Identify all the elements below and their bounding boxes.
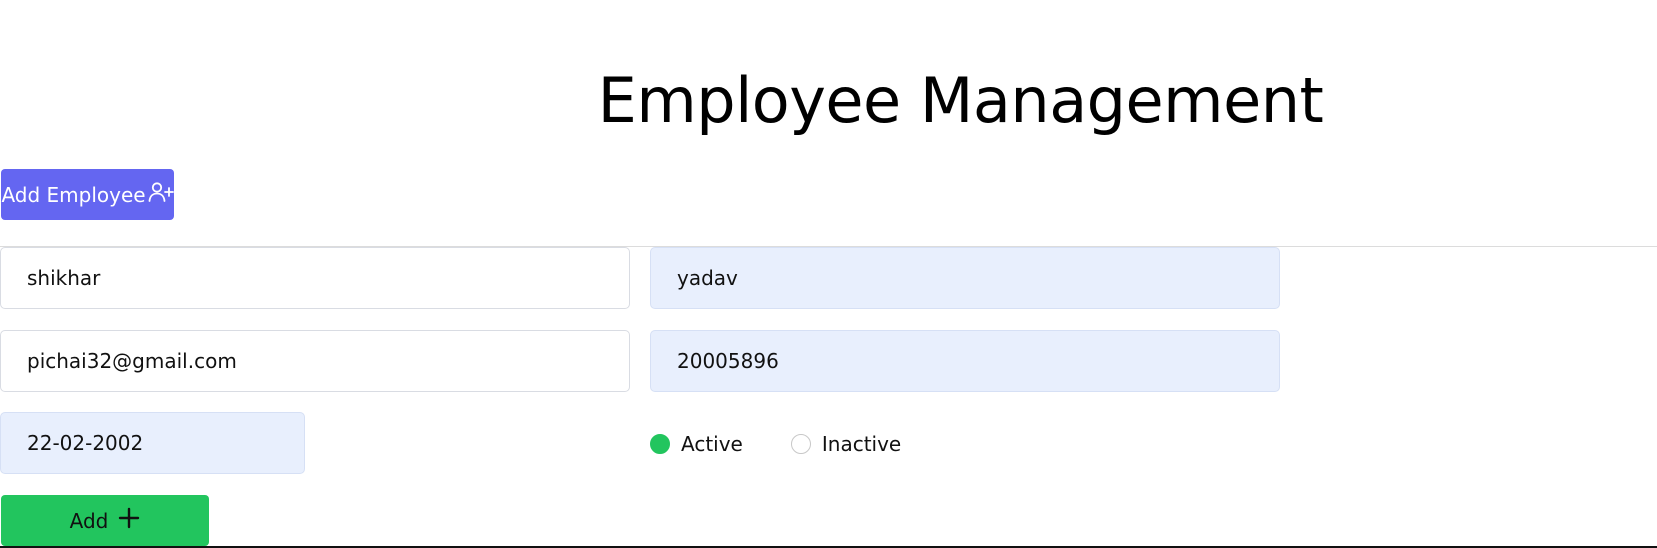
status-inactive-option[interactable]: Inactive	[790, 432, 902, 456]
add-employee-button[interactable]: Add Employee	[1, 169, 174, 220]
user-plus-icon	[148, 181, 174, 208]
date-of-birth-field[interactable]	[0, 412, 305, 474]
employee-management-page: Employee Management Add Employee Active …	[0, 0, 1657, 548]
plus-icon	[118, 507, 140, 534]
add-submit-label: Add	[69, 508, 109, 533]
email-field[interactable]	[0, 330, 630, 392]
active-radio-label: Active	[681, 432, 743, 456]
inactive-radio[interactable]	[790, 434, 811, 454]
last-name-field[interactable]	[650, 247, 1280, 309]
active-radio[interactable]	[650, 434, 670, 454]
page-title: Employee Management	[597, 63, 1324, 137]
phone-field[interactable]	[650, 330, 1280, 392]
status-active-option[interactable]: Active	[650, 432, 743, 456]
add-employee-label: Add Employee	[1, 182, 146, 207]
add-submit-button[interactable]: Add	[1, 495, 209, 546]
inactive-radio-label: Inactive	[821, 432, 902, 456]
status-radio-group: Active Inactive	[650, 432, 949, 456]
first-name-field[interactable]	[0, 247, 630, 309]
